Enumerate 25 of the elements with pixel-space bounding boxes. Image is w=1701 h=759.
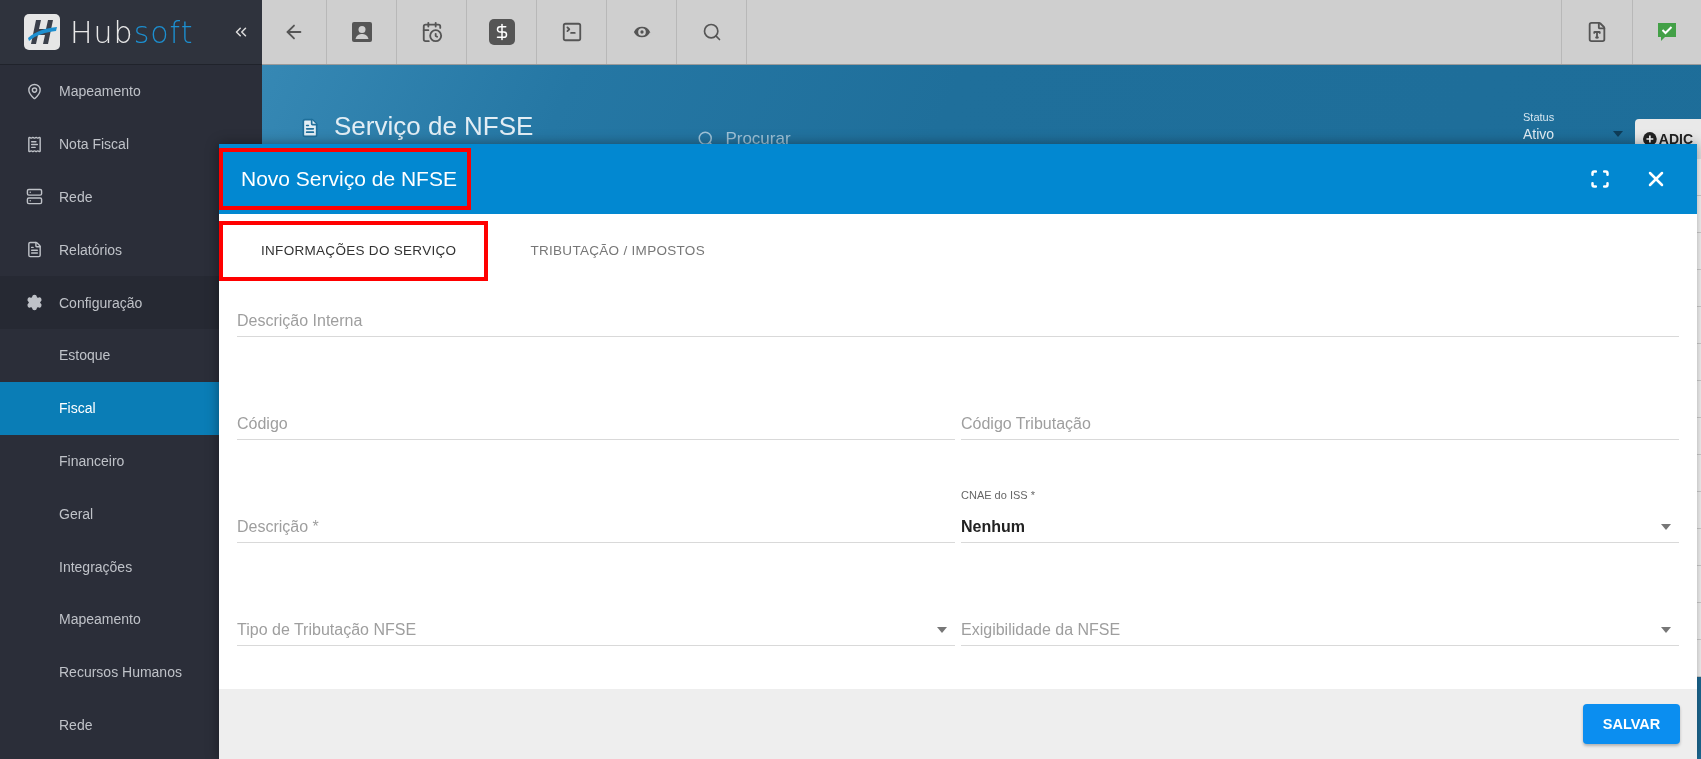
caret-icon	[937, 627, 947, 633]
page-title: Serviço de NFSE	[334, 111, 534, 142]
gear-icon	[26, 294, 43, 312]
calendar-clock-icon[interactable]	[420, 21, 443, 43]
server-icon	[26, 188, 43, 206]
logo-icon	[24, 14, 60, 50]
sidebar-item[interactable]: Mapeamento	[0, 65, 262, 118]
message-check-icon[interactable]	[1655, 20, 1679, 44]
receipt-icon	[26, 135, 43, 153]
map-pin-icon	[26, 82, 43, 100]
search-icon[interactable]	[701, 22, 722, 42]
document-icon	[26, 241, 43, 259]
document-icon	[300, 118, 320, 138]
fullscreen-icon[interactable]	[1590, 169, 1610, 189]
caret-icon	[1661, 627, 1671, 633]
contact-icon[interactable]	[350, 21, 373, 43]
logo-text: Hubsoft	[70, 14, 195, 50]
terminal-icon[interactable]	[560, 21, 583, 43]
select-field[interactable]: CNAE do ISS * Nenhum	[961, 483, 1679, 543]
status-label: Status	[1523, 111, 1556, 123]
dialog-title: Novo Serviço de NFSE	[219, 148, 471, 210]
status-select[interactable]: Ativo	[1523, 126, 1555, 142]
caret-icon	[1613, 131, 1623, 137]
dollar-icon[interactable]	[488, 19, 515, 45]
tab[interactable]: INFORMAÇÕES DO SERVIÇO	[219, 220, 489, 281]
